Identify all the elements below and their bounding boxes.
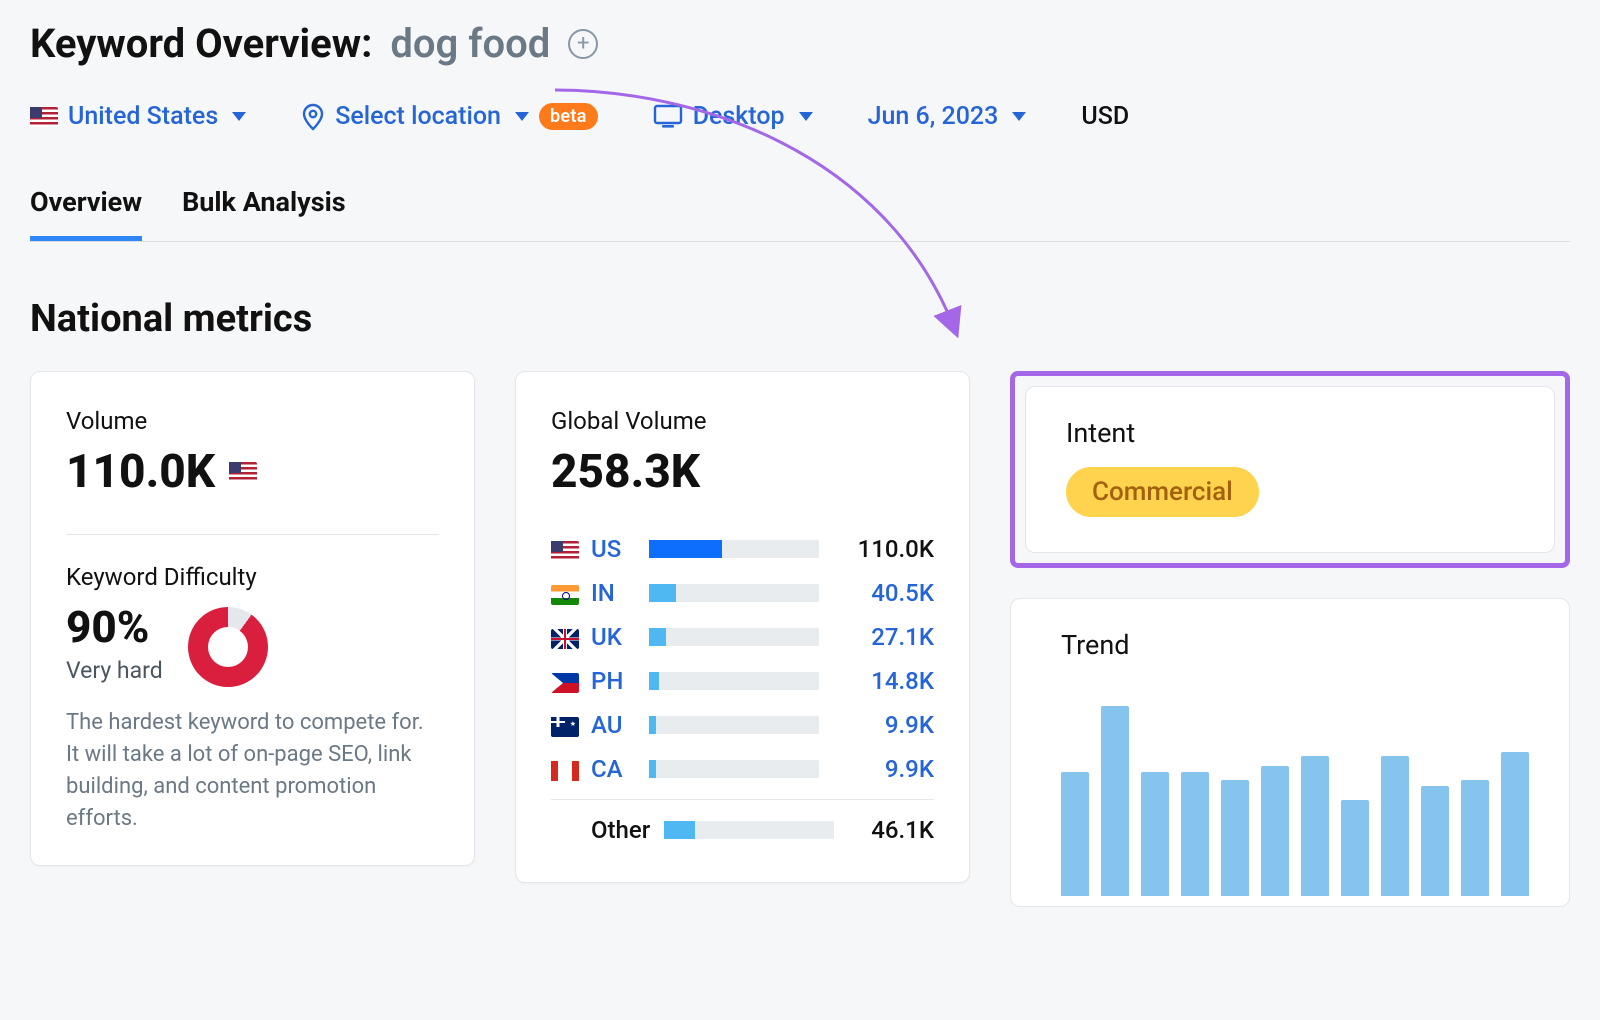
global-volume-card: Global Volume 258.3K US 110.0K IN 40.5K UK 27…	[515, 371, 970, 883]
date-selector[interactable]: Jun 6, 2023	[868, 102, 1027, 131]
desktop-icon	[653, 104, 683, 130]
kd-descriptor: Very hard	[66, 657, 163, 684]
global-volume-list: US 110.0K IN 40.5K UK 27.1K PH 14.8K AU 9.9K CA 9.9…	[551, 527, 934, 791]
volume-bar	[649, 716, 819, 734]
country-code: IN	[591, 579, 635, 607]
global-volume-row[interactable]: PH 14.8K	[551, 659, 934, 703]
country-code: PH	[591, 667, 635, 695]
country-label: United States	[68, 102, 218, 131]
global-volume-row-other: Other 46.1K	[551, 808, 934, 852]
location-pin-icon	[301, 103, 325, 131]
country-volume: 27.1K	[839, 623, 934, 651]
volume-bar	[649, 672, 819, 690]
kd-percentage: 90%	[66, 601, 163, 653]
country-volume: 9.9K	[839, 711, 934, 739]
date-label: Jun 6, 2023	[868, 102, 999, 131]
trend-bar	[1221, 780, 1249, 896]
beta-badge: beta	[539, 103, 598, 130]
global-volume-label: Global Volume	[551, 407, 934, 435]
country-volume: 14.8K	[839, 667, 934, 695]
intent-label: Intent	[1066, 417, 1514, 449]
trend-bar	[1341, 800, 1369, 896]
add-keyword-icon[interactable]: +	[568, 29, 598, 59]
country-volume: 110.0K	[839, 535, 934, 563]
country-code: UK	[591, 623, 635, 651]
trend-bar	[1101, 706, 1129, 896]
chevron-down-icon	[232, 112, 246, 121]
divider	[551, 799, 934, 800]
ph-flag-icon	[551, 667, 577, 695]
trend-card: Trend	[1010, 598, 1570, 907]
location-selector[interactable]: Select location beta	[301, 102, 598, 131]
currency-label: USD	[1081, 102, 1129, 131]
intent-card: Intent Commercial	[1025, 386, 1555, 553]
country-selector[interactable]: United States	[30, 102, 246, 131]
volume-bar	[649, 584, 819, 602]
chevron-down-icon	[1012, 112, 1026, 121]
global-volume-row[interactable]: IN 40.5K	[551, 571, 934, 615]
us-flag-icon	[229, 462, 257, 482]
global-volume-row[interactable]: US 110.0K	[551, 527, 934, 571]
volume-bar	[649, 540, 819, 558]
volume-bar	[664, 821, 834, 839]
global-volume-row[interactable]: AU 9.9K	[551, 703, 934, 747]
filter-bar: United States Select location beta Deskt…	[30, 102, 1570, 131]
trend-bar	[1301, 756, 1329, 896]
section-heading-national-metrics: National metrics	[30, 297, 1570, 341]
chevron-down-icon	[515, 112, 529, 121]
intent-badge: Commercial	[1066, 467, 1259, 517]
trend-bar	[1061, 772, 1089, 896]
trend-bar	[1141, 772, 1169, 896]
tab-overview[interactable]: Overview	[30, 186, 142, 241]
location-label: Select location	[335, 102, 501, 131]
tab-bulk-analysis[interactable]: Bulk Analysis	[182, 186, 346, 241]
global-volume-row[interactable]: CA 9.9K	[551, 747, 934, 791]
volume-bar	[649, 628, 819, 646]
volume-value: 110.0K	[66, 445, 439, 499]
device-label: Desktop	[693, 102, 785, 131]
in-flag-icon	[551, 579, 577, 607]
trend-bar	[1501, 752, 1529, 896]
kd-donut-icon	[188, 607, 268, 687]
uk-flag-icon	[551, 623, 577, 651]
country-code: AU	[591, 711, 635, 739]
page-keyword: dog food	[390, 20, 550, 67]
trend-chart	[1061, 686, 1529, 896]
intent-highlight-box: Intent Commercial	[1010, 371, 1570, 568]
us-flag-icon	[551, 535, 577, 563]
device-selector[interactable]: Desktop	[653, 102, 813, 131]
trend-bar	[1261, 766, 1289, 896]
page-title-row: Keyword Overview: dog food +	[30, 20, 1570, 67]
page-title: Keyword Overview:	[30, 20, 372, 67]
country-code: CA	[591, 755, 635, 783]
country-volume: 40.5K	[839, 579, 934, 607]
volume-bar	[649, 760, 819, 778]
country-code: US	[591, 535, 635, 563]
volume-label: Volume	[66, 407, 439, 435]
ca-flag-icon	[551, 755, 577, 783]
trend-bar	[1181, 772, 1209, 896]
right-column: Intent Commercial Trend	[1010, 371, 1570, 907]
trend-bar	[1381, 756, 1409, 896]
country-volume: 9.9K	[839, 755, 934, 783]
trend-bar	[1461, 780, 1489, 896]
kd-label: Keyword Difficulty	[66, 563, 439, 591]
volume-card: Volume 110.0K Keyword Difficulty 90% Ver…	[30, 371, 475, 866]
global-volume-value: 258.3K	[551, 445, 934, 499]
tabs: Overview Bulk Analysis	[30, 186, 1570, 242]
kd-note: The hardest keyword to compete for. It w…	[66, 707, 439, 835]
kd-row: 90% Very hard	[66, 601, 439, 687]
trend-bar	[1421, 786, 1449, 896]
country-code: Other	[591, 816, 650, 844]
chevron-down-icon	[799, 112, 813, 121]
metrics-cards-row: Volume 110.0K Keyword Difficulty 90% Ver…	[30, 371, 1570, 907]
au-flag-icon	[551, 711, 577, 739]
trend-label: Trend	[1061, 629, 1529, 661]
global-volume-row[interactable]: UK 27.1K	[551, 615, 934, 659]
us-flag-icon	[30, 107, 58, 127]
divider	[66, 534, 439, 535]
country-volume: 46.1K	[848, 816, 934, 844]
